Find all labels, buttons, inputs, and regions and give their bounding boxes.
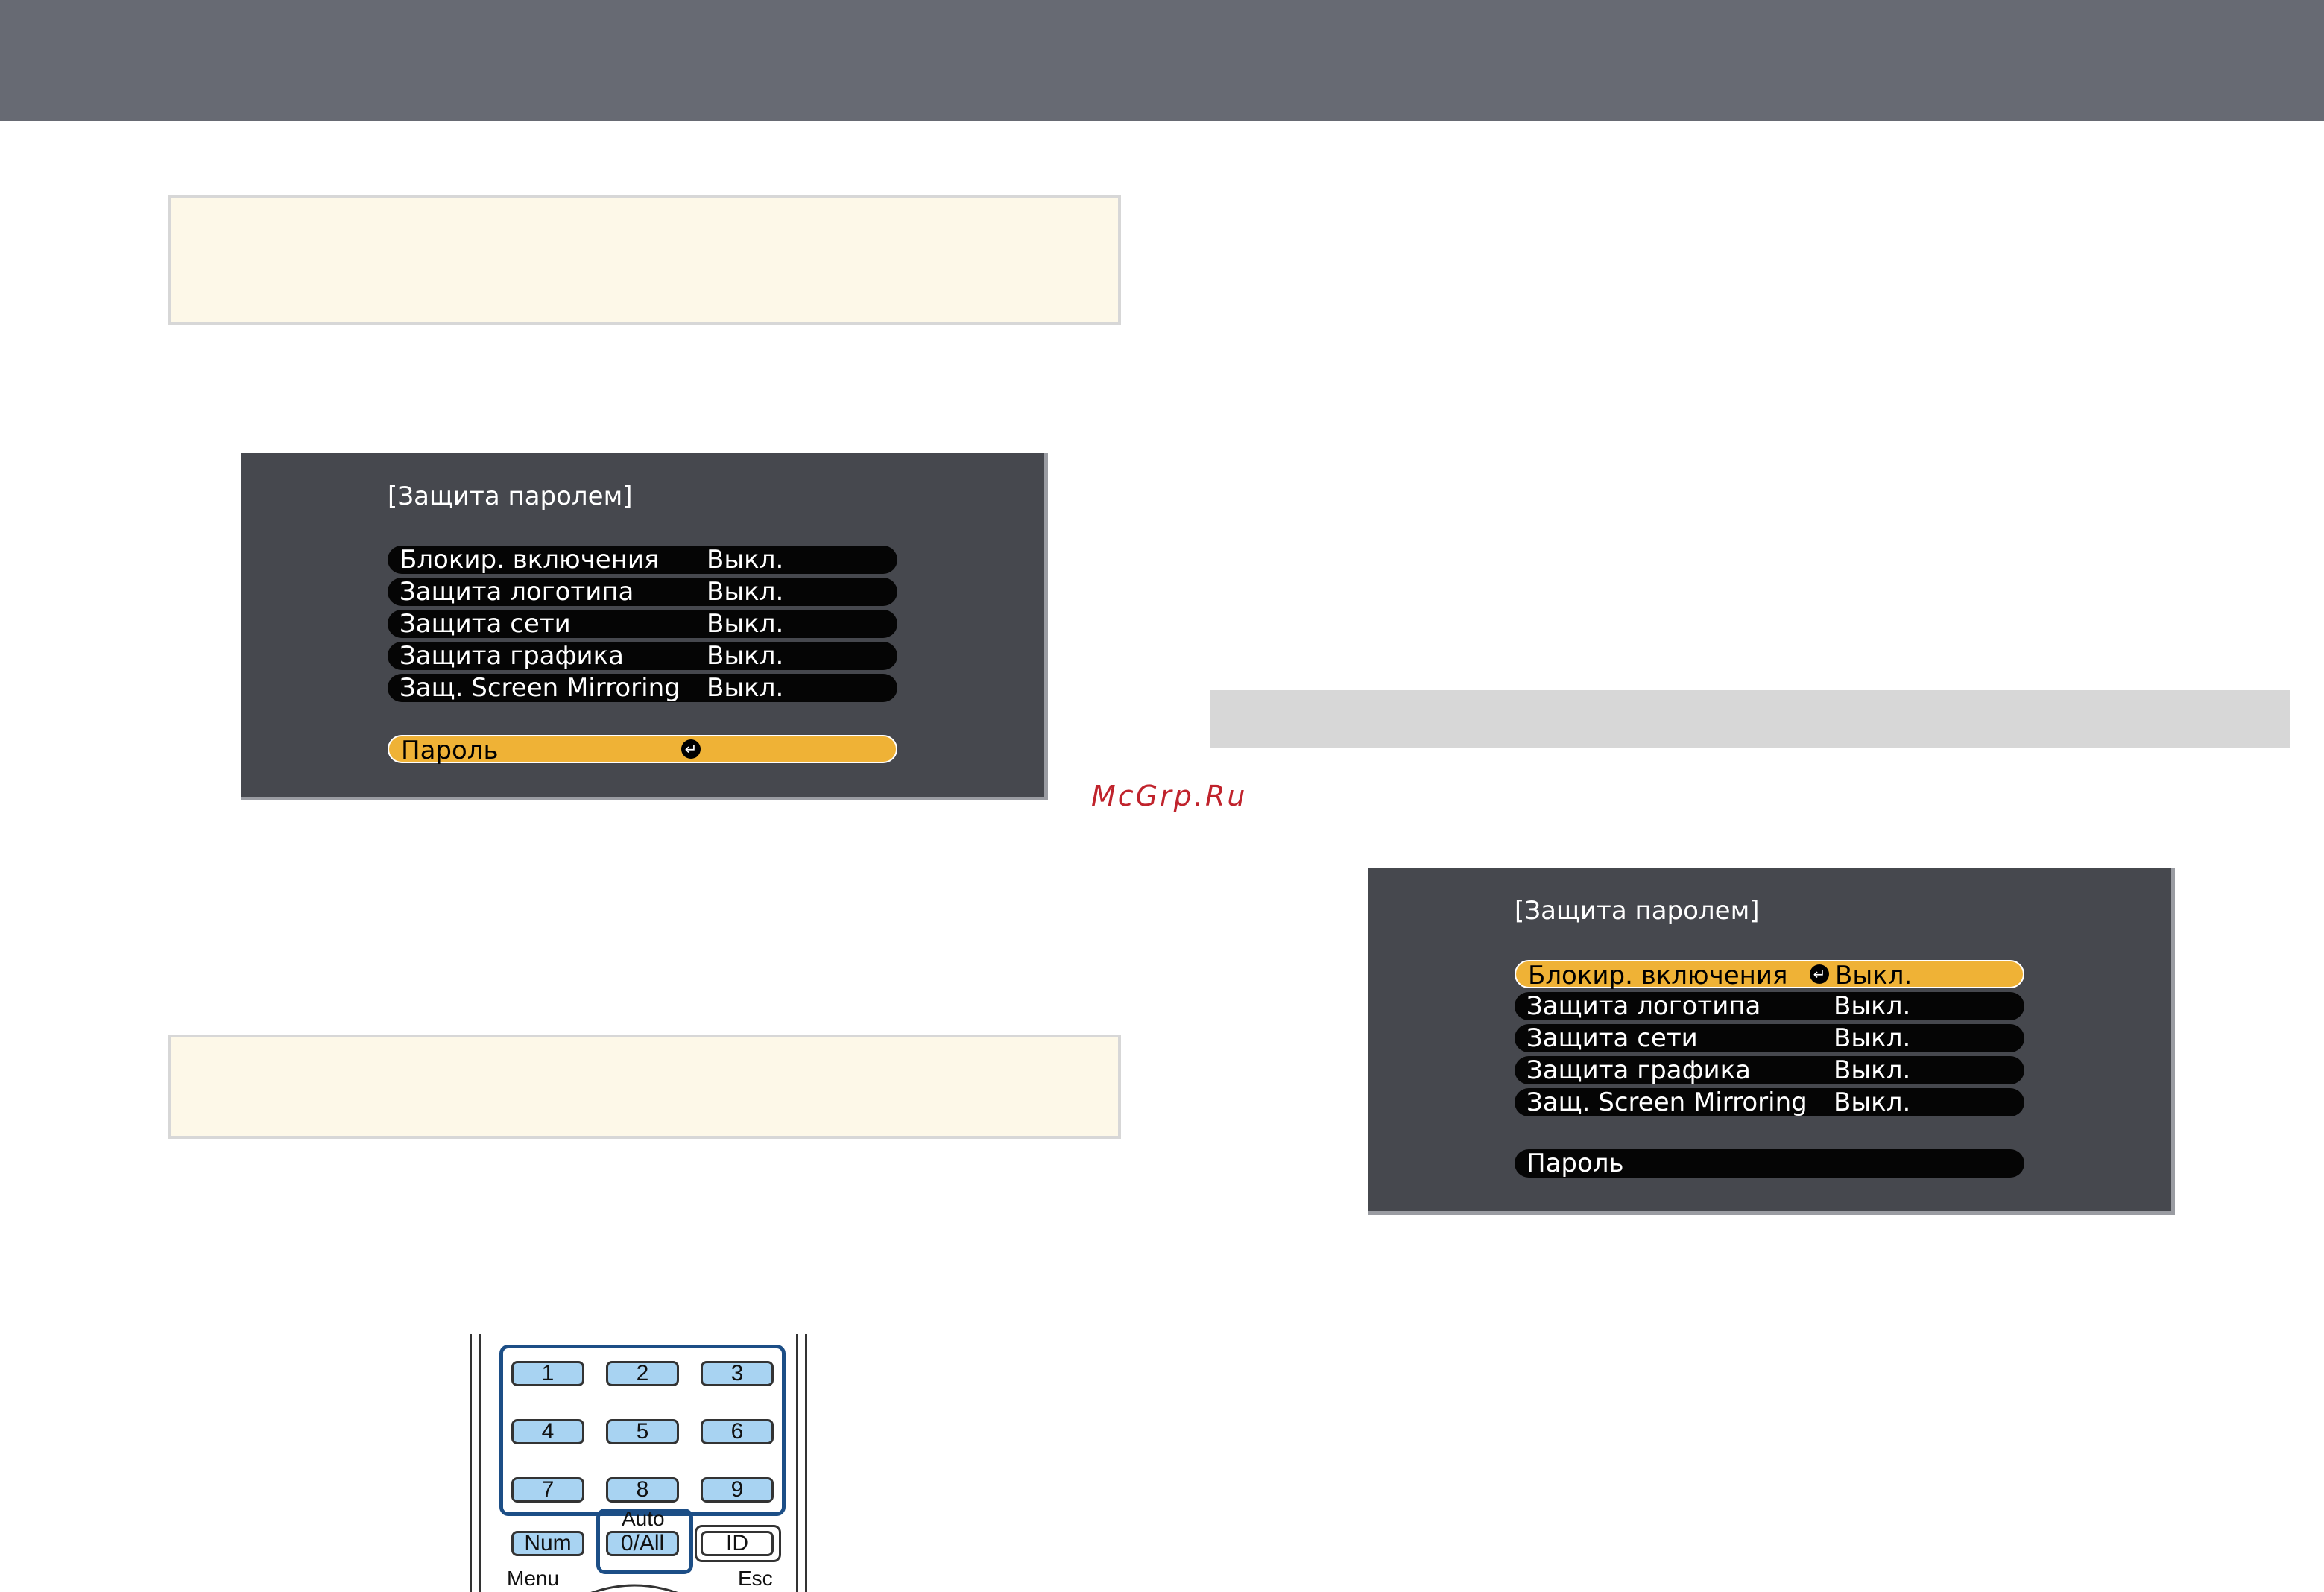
menu-row-value: Выкл. bbox=[707, 577, 784, 607]
menu-row-value: Выкл. bbox=[707, 641, 784, 671]
dpad-top-arc bbox=[590, 1584, 678, 1592]
enter-icon: ↵ bbox=[1810, 964, 1829, 984]
menu-row-label: Защита графика bbox=[1526, 1055, 1752, 1085]
remote-control-illustration: 1 2 3 4 5 6 7 8 9 Auto Num 0/All ID Menu… bbox=[459, 1334, 817, 1592]
remote-edge-left-inner bbox=[479, 1334, 481, 1592]
menu-row-label: Защита логотипа bbox=[400, 577, 634, 607]
menu-row-power-on-lock[interactable]: Блокир. включения ↵ Выкл. bbox=[1515, 960, 2024, 991]
menu-label: Menu bbox=[507, 1567, 560, 1590]
menu-row-network-protection[interactable]: Защита сети Выкл. bbox=[388, 610, 897, 638]
remote-edge-right bbox=[805, 1334, 807, 1592]
menu-row-schedule-protection[interactable]: Защита графика Выкл. bbox=[388, 642, 897, 670]
key-4[interactable]: 4 bbox=[511, 1419, 584, 1444]
key-6[interactable]: 6 bbox=[701, 1419, 774, 1444]
esc-label: Esc bbox=[738, 1567, 773, 1590]
key-1[interactable]: 1 bbox=[511, 1361, 584, 1386]
menu-row-label: Защ. Screen Mirroring bbox=[1526, 1087, 1807, 1117]
num-key[interactable]: Num bbox=[511, 1531, 584, 1556]
section-heading-bar bbox=[1210, 690, 2290, 748]
menu-row-value: Выкл. bbox=[707, 673, 784, 703]
menu-row-logo-protection[interactable]: Защита логотипа Выкл. bbox=[1515, 992, 2024, 1020]
menu-row-label: Защ. Screen Mirroring bbox=[400, 673, 681, 703]
menu-row-value: Выкл. bbox=[707, 609, 784, 639]
key-8[interactable]: 8 bbox=[606, 1477, 679, 1503]
note-box-bottom bbox=[168, 1035, 1121, 1139]
menu-row-label: Защита сети bbox=[1526, 1023, 1698, 1053]
menu-row-schedule-protection[interactable]: Защита графика Выкл. bbox=[1515, 1056, 2024, 1084]
menu-row-logo-protection[interactable]: Защита логотипа Выкл. bbox=[388, 578, 897, 606]
remote-edge-left bbox=[470, 1334, 472, 1592]
menu-row-password[interactable]: Пароль ↵ bbox=[388, 735, 897, 765]
key-9[interactable]: 9 bbox=[701, 1477, 774, 1503]
auto-label: Auto bbox=[622, 1507, 665, 1530]
password-protection-screen-right: [Защита паролем] Блокир. включения ↵ Вык… bbox=[1368, 868, 2175, 1215]
menu-row-password[interactable]: Пароль bbox=[1515, 1149, 2024, 1178]
menu-row-label: Блокир. включения bbox=[400, 545, 660, 575]
top-header-bar bbox=[0, 0, 2324, 121]
menu-row-label: Защита графика bbox=[400, 641, 625, 671]
note-box-top bbox=[168, 195, 1121, 325]
menu-row-label: Защита логотипа bbox=[1526, 991, 1761, 1021]
menu-row-label: Пароль bbox=[401, 736, 499, 765]
key-3[interactable]: 3 bbox=[701, 1361, 774, 1386]
menu-row-label: Блокир. включения bbox=[1528, 961, 1788, 991]
key-5[interactable]: 5 bbox=[606, 1419, 679, 1444]
menu-row-power-on-lock[interactable]: Блокир. включения Выкл. bbox=[388, 546, 897, 574]
key-7[interactable]: 7 bbox=[511, 1477, 584, 1503]
menu-row-value: Выкл. bbox=[1834, 1055, 1911, 1085]
enter-icon: ↵ bbox=[681, 739, 701, 759]
id-key[interactable]: ID bbox=[701, 1531, 774, 1556]
zero-all-key[interactable]: 0/All bbox=[606, 1531, 679, 1556]
menu-row-value: Выкл. bbox=[1834, 991, 1911, 1021]
menu-row-value: Выкл. bbox=[1835, 961, 1913, 991]
menu-row-value: Выкл. bbox=[1834, 1087, 1911, 1117]
menu-row-label: Пароль bbox=[1526, 1149, 1624, 1178]
menu-row-screen-mirroring-protection[interactable]: Защ. Screen Mirroring Выкл. bbox=[388, 674, 897, 702]
password-protection-screen-left: [Защита паролем] Блокир. включения Выкл.… bbox=[241, 453, 1048, 800]
screen-title: [Защита паролем] bbox=[1515, 896, 1760, 926]
watermark: McGrp.Ru bbox=[1091, 780, 1248, 812]
menu-row-value: Выкл. bbox=[707, 545, 784, 575]
remote-edge-right-inner bbox=[796, 1334, 798, 1592]
menu-row-screen-mirroring-protection[interactable]: Защ. Screen Mirroring Выкл. bbox=[1515, 1088, 2024, 1116]
menu-row-value: Выкл. bbox=[1834, 1023, 1911, 1053]
menu-row-label: Защита сети bbox=[400, 609, 571, 639]
key-2[interactable]: 2 bbox=[606, 1361, 679, 1386]
menu-row-network-protection[interactable]: Защита сети Выкл. bbox=[1515, 1024, 2024, 1052]
screen-title: [Защита паролем] bbox=[388, 481, 633, 511]
